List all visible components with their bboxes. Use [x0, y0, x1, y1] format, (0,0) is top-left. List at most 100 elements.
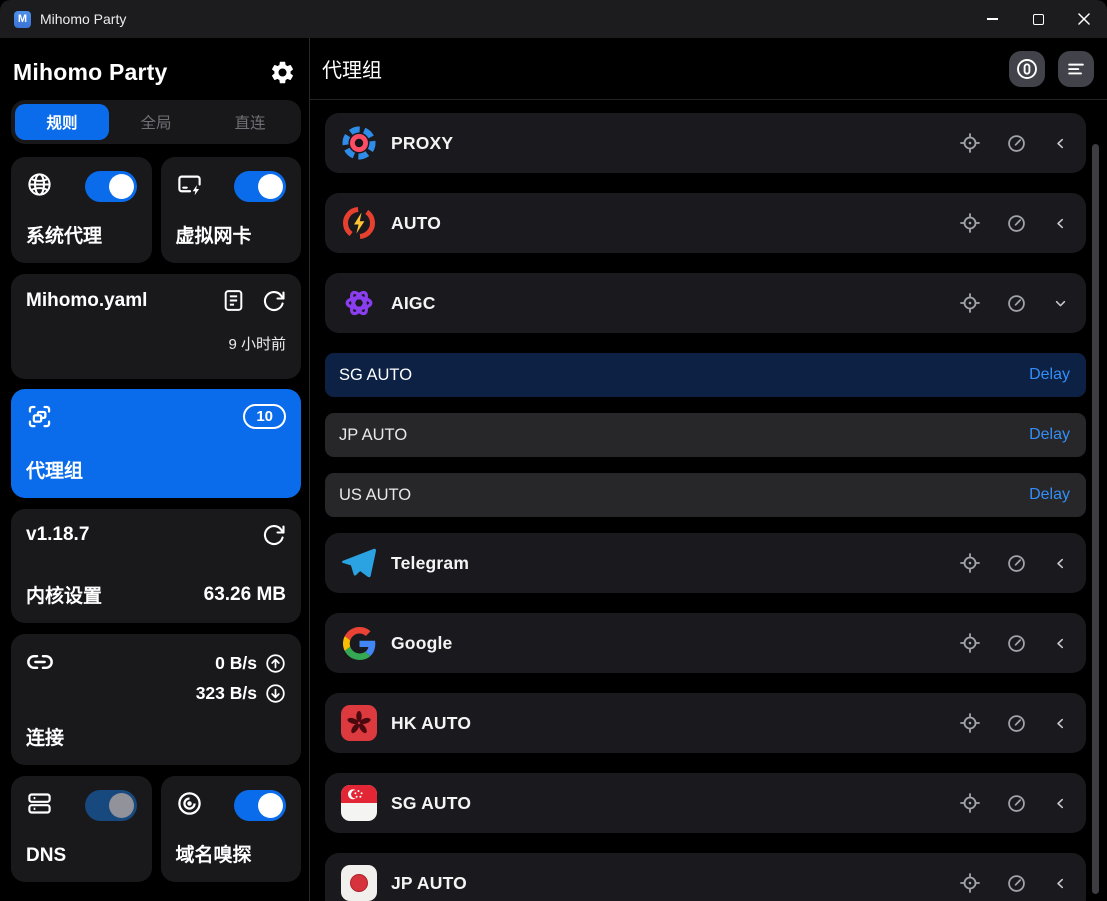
speed-test-icon[interactable]: [1006, 793, 1027, 814]
speed-test-icon[interactable]: [1006, 293, 1027, 314]
group-name: HK AUTO: [391, 713, 471, 734]
minimize-button[interactable]: [969, 0, 1015, 38]
locate-node-icon[interactable]: [959, 792, 981, 814]
group-row-sg-auto[interactable]: SG AUTO: [325, 773, 1086, 833]
proxy-node-row-sg-auto[interactable]: SG AUTO Delay: [325, 353, 1086, 397]
group-row-hk-auto[interactable]: HK AUTO: [325, 693, 1086, 753]
core-memory-usage: 63.26 MB: [204, 584, 286, 606]
scrollbar[interactable]: [1092, 144, 1099, 894]
proxy-groups-count-badge: 10: [243, 404, 286, 429]
locate-node-icon[interactable]: [959, 552, 981, 574]
gear-icon: [269, 59, 296, 86]
proxy-groups-icon: [26, 403, 53, 430]
group-row-google[interactable]: Google: [325, 613, 1086, 673]
page-title: 代理组: [322, 54, 382, 83]
chevron-left-icon[interactable]: [1052, 715, 1069, 732]
locate-node-icon[interactable]: [959, 712, 981, 734]
node-name: JP AUTO: [339, 426, 407, 445]
delay-link[interactable]: Delay: [1029, 366, 1070, 384]
sidebar-app-title: Mihomo Party: [13, 59, 167, 86]
tun-toggle[interactable]: [234, 171, 286, 202]
edit-profile-icon[interactable]: [221, 288, 246, 313]
profile-card[interactable]: Mihomo.yaml 9 小时前: [11, 274, 301, 379]
system-proxy-toggle[interactable]: [85, 171, 137, 202]
app-window: M Mihomo Party Mihomo Party 规则 全局 直连: [0, 0, 1107, 901]
group-row-proxy[interactable]: PROXY: [325, 113, 1086, 173]
group-row-aigc[interactable]: AIGC: [325, 273, 1086, 333]
chevron-left-icon[interactable]: [1052, 795, 1069, 812]
profile-name: Mihomo.yaml: [26, 290, 147, 312]
tab-rule[interactable]: 规则: [15, 104, 109, 140]
group-name: Google: [391, 633, 452, 654]
chevron-left-icon[interactable]: [1052, 635, 1069, 652]
locate-node-icon[interactable]: [959, 132, 981, 154]
connections-label: 连接: [26, 723, 286, 750]
sniff-card[interactable]: 域名嗅探: [161, 776, 302, 882]
group-name: JP AUTO: [391, 873, 467, 894]
speed-test-icon[interactable]: [1006, 213, 1027, 234]
connections-card[interactable]: 0 B/s 323 B/s 连接: [11, 634, 301, 765]
group-row-jp-auto[interactable]: JP AUTO: [325, 853, 1086, 901]
download-speed: 323 B/s: [196, 683, 257, 704]
minimize-icon: [987, 18, 998, 20]
dns-card[interactable]: DNS: [11, 776, 152, 882]
tab-direct[interactable]: 直连: [203, 104, 297, 140]
restart-core-icon[interactable]: [262, 523, 286, 547]
group-name: PROXY: [391, 133, 453, 154]
openai-icon: [341, 285, 377, 321]
speed-test-icon[interactable]: [1006, 553, 1027, 574]
list-lines-icon: [1065, 58, 1087, 80]
close-button[interactable]: [1061, 0, 1107, 38]
node-name: SG AUTO: [339, 366, 412, 385]
chevron-left-icon[interactable]: [1052, 875, 1069, 892]
list-layout-button[interactable]: [1058, 51, 1094, 87]
chevron-left-icon[interactable]: [1052, 135, 1069, 152]
group-name: Telegram: [391, 553, 469, 574]
system-proxy-label: 系统代理: [26, 221, 137, 248]
group-row-telegram[interactable]: Telegram: [325, 533, 1086, 593]
delay-link[interactable]: Delay: [1029, 486, 1070, 504]
stop-all-delay-button[interactable]: [1009, 51, 1045, 87]
delay-link[interactable]: Delay: [1029, 426, 1070, 444]
profile-updated-time: 9 小时前: [26, 333, 286, 354]
settings-button[interactable]: [269, 59, 296, 86]
chevron-down-icon[interactable]: [1052, 295, 1069, 312]
network-card-icon: [176, 171, 203, 198]
main-panel: 代理组 PROXY AUT: [310, 38, 1107, 901]
proxy-node-row-us-auto[interactable]: US AUTO Delay: [325, 473, 1086, 517]
locate-node-icon[interactable]: [959, 632, 981, 654]
tun-card[interactable]: 虚拟网卡: [161, 157, 302, 263]
sidebar-item-proxy-groups[interactable]: 10 代理组: [11, 389, 301, 498]
refresh-profile-icon[interactable]: [262, 289, 286, 313]
speed-test-icon[interactable]: [1006, 713, 1027, 734]
chevron-left-icon[interactable]: [1052, 215, 1069, 232]
locate-node-icon[interactable]: [959, 212, 981, 234]
sniff-toggle[interactable]: [234, 790, 286, 821]
dns-label: DNS: [26, 845, 137, 867]
proxy-wheel-icon: [341, 125, 377, 161]
upload-speed: 0 B/s: [215, 653, 257, 674]
tab-global[interactable]: 全局: [109, 104, 203, 140]
lightning-icon: [341, 205, 377, 241]
speed-test-icon[interactable]: [1006, 633, 1027, 654]
speed-test-icon[interactable]: [1006, 133, 1027, 154]
mode-tabs: 规则 全局 直连: [11, 100, 301, 144]
maximize-icon: [1033, 14, 1044, 25]
chevron-left-icon[interactable]: [1052, 555, 1069, 572]
app-logo-icon: M: [14, 11, 31, 28]
proxy-node-row-jp-auto[interactable]: JP AUTO Delay: [325, 413, 1086, 457]
maximize-button[interactable]: [1015, 0, 1061, 38]
link-icon: [26, 648, 54, 676]
locate-node-icon[interactable]: [959, 872, 981, 894]
locate-node-icon[interactable]: [959, 292, 981, 314]
sidebar: Mihomo Party 规则 全局 直连 系统代理: [0, 38, 310, 901]
hk-flag-icon: [341, 705, 377, 741]
dns-toggle[interactable]: [85, 790, 137, 821]
download-arrow-icon: [265, 683, 286, 704]
group-row-auto[interactable]: AUTO: [325, 193, 1086, 253]
speed-test-icon[interactable]: [1006, 873, 1027, 894]
system-proxy-card[interactable]: 系统代理: [11, 157, 152, 263]
window-title: Mihomo Party: [40, 11, 126, 27]
group-name: AUTO: [391, 213, 441, 234]
core-settings-card[interactable]: v1.18.7 内核设置 63.26 MB: [11, 509, 301, 623]
